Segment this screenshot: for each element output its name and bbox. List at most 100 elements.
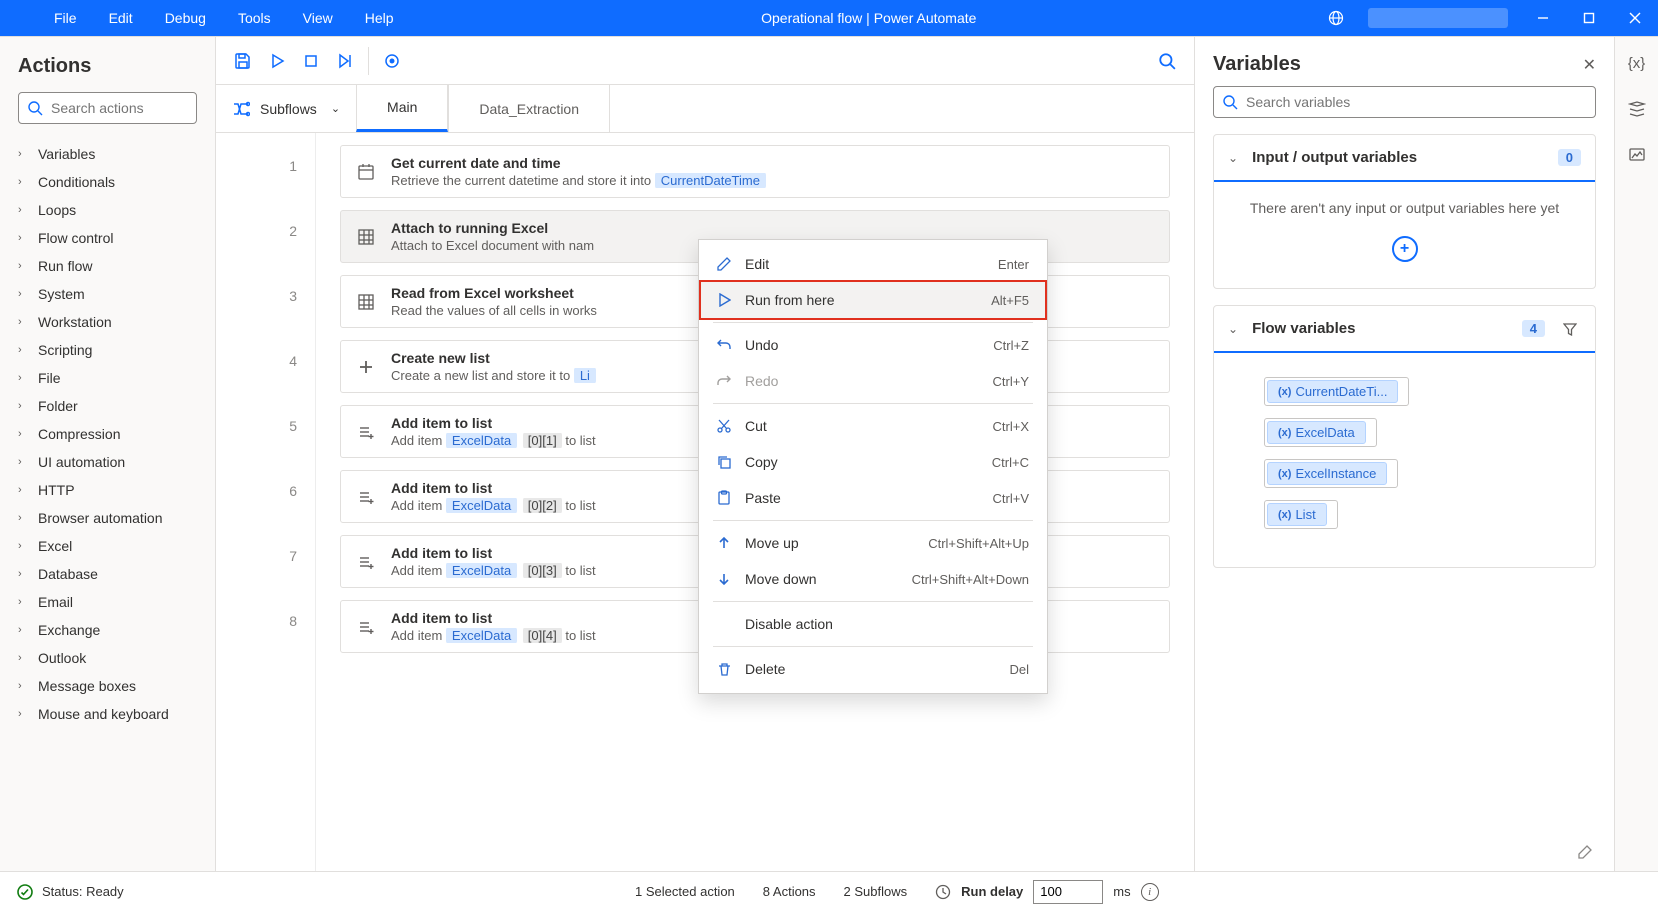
maximize-button[interactable] [1566,0,1612,36]
right-rail: {x} [1614,37,1658,871]
subflows-dropdown[interactable]: Subflows ⌄ [216,85,356,132]
flow-vars-count: 4 [1522,320,1545,337]
info-icon[interactable]: i [1141,883,1159,901]
close-variables-button[interactable]: ✕ [1583,55,1596,75]
ctx-disable-action[interactable]: Disable action [699,606,1047,642]
status-ok-icon [16,883,34,901]
menu-help[interactable]: Help [349,2,410,34]
ctx-delete[interactable]: DeleteDel [699,651,1047,687]
flow-vars-title: Flow variables [1252,320,1508,337]
ui-elements-rail-icon[interactable] [1625,143,1649,167]
subflow-bar: Subflows ⌄ Main Data_Extraction [216,85,1194,133]
undo-icon [713,337,735,353]
subflow-icon [232,100,250,118]
action-category-workstation[interactable]: ›Workstation [0,308,215,336]
action-category-excel[interactable]: ›Excel [0,532,215,560]
actions-search-input[interactable] [51,100,232,116]
save-button[interactable] [226,44,260,78]
menu-view[interactable]: View [287,2,349,34]
actions-title: Actions [0,37,215,92]
run-delay-input[interactable] [1033,880,1103,904]
tab-data-extraction[interactable]: Data_Extraction [448,85,610,132]
action-category-folder[interactable]: ›Folder [0,392,215,420]
ctx-copy[interactable]: CopyCtrl+C [699,444,1047,480]
minimize-button[interactable] [1520,0,1566,36]
action-category-database[interactable]: ›Database [0,560,215,588]
ctx-move-up[interactable]: Move upCtrl+Shift+Alt+Up [699,525,1047,561]
action-category-compression[interactable]: ›Compression [0,420,215,448]
run-delay-unit: ms [1113,884,1130,899]
action-category-system[interactable]: ›System [0,280,215,308]
chevron-right-icon: › [18,680,28,692]
chevron-right-icon: › [18,316,28,328]
line-number: 3 [216,263,315,328]
action-category-variables[interactable]: ›Variables [0,140,215,168]
add-io-variable-button[interactable]: + [1392,236,1418,262]
flow-variable[interactable]: (x) List [1268,500,1581,529]
ctx-move-down[interactable]: Move downCtrl+Shift+Alt+Down [699,561,1047,597]
chevron-right-icon: › [18,540,28,552]
statusbar: Status: Ready 1 Selected action 8 Action… [0,871,1658,911]
action-category-browser-automation[interactable]: ›Browser automation [0,504,215,532]
action-category-ui-automation[interactable]: ›UI automation [0,448,215,476]
variables-search-input[interactable] [1246,94,1587,110]
record-button[interactable] [375,44,409,78]
stop-button[interactable] [294,44,328,78]
variables-panel: Variables ✕ ⌄ Input / output variables 0… [1194,37,1614,871]
action-category-scripting[interactable]: ›Scripting [0,336,215,364]
line-gutter: 12345678 [216,133,316,871]
action-category-outlook[interactable]: ›Outlook [0,644,215,672]
ctx-undo[interactable]: UndoCtrl+Z [699,327,1047,363]
action-category-message-boxes[interactable]: ›Message boxes [0,672,215,700]
chevron-right-icon: › [18,456,28,468]
filter-icon[interactable] [1559,322,1581,336]
action-category-conditionals[interactable]: ›Conditionals [0,168,215,196]
close-button[interactable] [1612,0,1658,36]
chevron-down-icon[interactable]: ⌄ [1228,322,1238,336]
chevron-right-icon: › [18,428,28,440]
step-title: Get current date and time [391,155,1155,171]
line-number: 7 [216,523,315,588]
ctx-run-from-here[interactable]: Run from hereAlt+F5 [699,280,1047,320]
flow-variable[interactable]: (x) CurrentDateTi... [1268,377,1581,406]
menu-tools[interactable]: Tools [222,2,287,34]
action-category-file[interactable]: ›File [0,364,215,392]
step-icon [355,551,377,573]
action-categories: ›Variables›Conditionals›Loops›Flow contr… [0,136,215,871]
action-category-exchange[interactable]: ›Exchange [0,616,215,644]
images-rail-icon[interactable] [1625,97,1649,121]
variables-search[interactable] [1213,86,1596,118]
flow-variables-section: ⌄ Flow variables 4 (x) CurrentDateTi... (… [1213,305,1596,568]
search-flow-button[interactable] [1150,44,1184,78]
globe-icon[interactable] [1328,10,1368,26]
ctx-paste[interactable]: PasteCtrl+V [699,480,1047,516]
menu-debug[interactable]: Debug [149,2,222,34]
step-icon [355,226,377,248]
ctx-edit[interactable]: EditEnter [699,246,1047,282]
flow-variable[interactable]: (x) ExcelData [1268,418,1581,447]
menu-file[interactable]: File [38,2,93,34]
action-category-mouse-and-keyboard[interactable]: ›Mouse and keyboard [0,700,215,728]
chevron-down-icon[interactable]: ⌄ [1228,151,1238,165]
action-category-email[interactable]: ›Email [0,588,215,616]
step-title: Attach to running Excel [391,220,1155,236]
context-menu: EditEnterRun from hereAlt+F5 UndoCtrl+ZRe… [698,239,1048,694]
tenant-label[interactable] [1368,8,1508,28]
variables-rail-icon[interactable]: {x} [1625,51,1649,75]
actions-search[interactable] [18,92,197,124]
flow-variable[interactable]: (x) ExcelInstance [1268,459,1581,488]
step-button[interactable] [328,44,362,78]
run-button[interactable] [260,44,294,78]
flow-step[interactable]: Get current date and timeRetrieve the cu… [340,145,1170,198]
ctx-cut[interactable]: CutCtrl+X [699,408,1047,444]
action-category-flow-control[interactable]: ›Flow control [0,224,215,252]
tab-main[interactable]: Main [356,85,448,132]
action-category-http[interactable]: ›HTTP [0,476,215,504]
action-category-loops[interactable]: ›Loops [0,196,215,224]
status-text: Status: Ready [42,884,124,899]
eraser-icon[interactable] [1576,843,1594,861]
paste-icon [713,490,735,506]
ctx-redo: RedoCtrl+Y [699,363,1047,399]
action-category-run-flow[interactable]: ›Run flow [0,252,215,280]
menu-edit[interactable]: Edit [93,2,149,34]
